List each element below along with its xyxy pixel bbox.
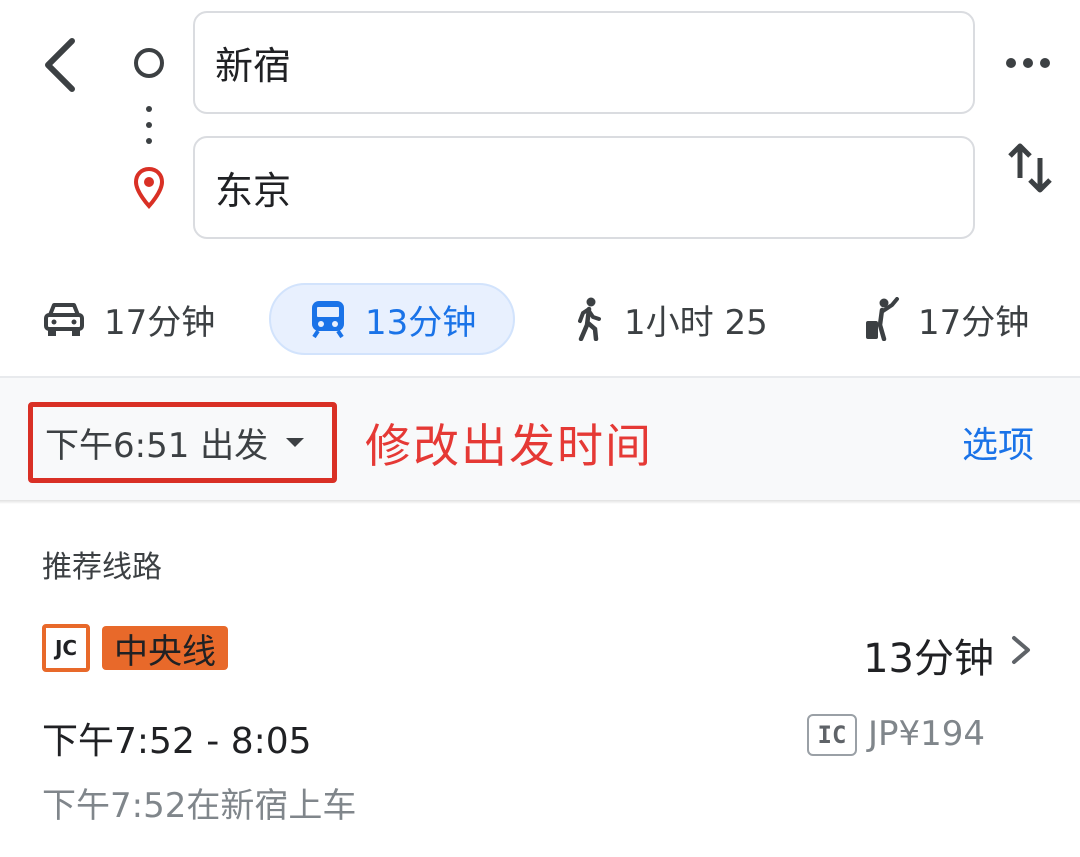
ride-hail-icon [862, 297, 900, 341]
walk-icon [572, 297, 606, 341]
mode-transit-tab[interactable]: 13分钟 [269, 283, 515, 355]
more-options-icon[interactable] [1000, 45, 1056, 81]
boarding-info: 下午7:52在新宿上车 [42, 786, 357, 826]
origin-input[interactable]: 新宿 [193, 11, 975, 114]
route-summary-row[interactable]: JC 中央线 13分钟 [42, 624, 1042, 682]
route-indicator [120, 30, 180, 220]
origin-circle-icon [134, 48, 164, 78]
depart-time-label: 下午6:51 出发 [45, 426, 269, 466]
jc-operator-badge: JC [42, 624, 90, 672]
section-title: 推荐线路 [42, 550, 162, 585]
dropdown-caret-icon [286, 438, 305, 447]
swap-icon[interactable] [1004, 140, 1056, 196]
mode-walking-tab[interactable]: 1小时 25 [572, 283, 768, 355]
depart-time-dropdown[interactable]: 下午6:51 出发 [28, 402, 337, 483]
travel-mode-tabs: 17分钟 13分钟 1小时 25 17分钟 [0, 280, 1080, 360]
departure-time-bar: 下午6:51 出发 修改出发时间 选项 [0, 378, 1080, 500]
mode-walking-label: 1小时 25 [624, 302, 768, 343]
back-button[interactable] [30, 30, 90, 100]
mode-ride-label: 17分钟 [918, 302, 1030, 343]
ic-card-badge: IC [807, 714, 857, 756]
options-link[interactable]: 选项 [962, 416, 1034, 468]
line-name-badge: 中央线 [102, 626, 228, 672]
route-fare: JP¥194 [868, 714, 986, 754]
mode-transit-label: 13分钟 [365, 302, 477, 343]
train-icon [309, 299, 347, 339]
chevron-right-icon[interactable] [1000, 630, 1040, 670]
destination-pin-icon [133, 166, 165, 209]
car-icon [42, 299, 86, 339]
route-time-range: 下午7:52 - 8:05 [42, 721, 312, 762]
mode-ride-tab[interactable]: 17分钟 [862, 283, 1029, 355]
route-duration: 13分钟 [863, 636, 994, 682]
back-arrow-icon [45, 38, 75, 92]
divider [0, 500, 1080, 504]
mode-driving-label: 17分钟 [104, 302, 216, 343]
directions-header: 新宿 东京 [0, 0, 1080, 270]
destination-input[interactable]: 东京 [193, 136, 975, 239]
mode-driving-tab[interactable]: 17分钟 [42, 283, 215, 355]
annotation-text: 修改出发时间 [365, 419, 653, 473]
